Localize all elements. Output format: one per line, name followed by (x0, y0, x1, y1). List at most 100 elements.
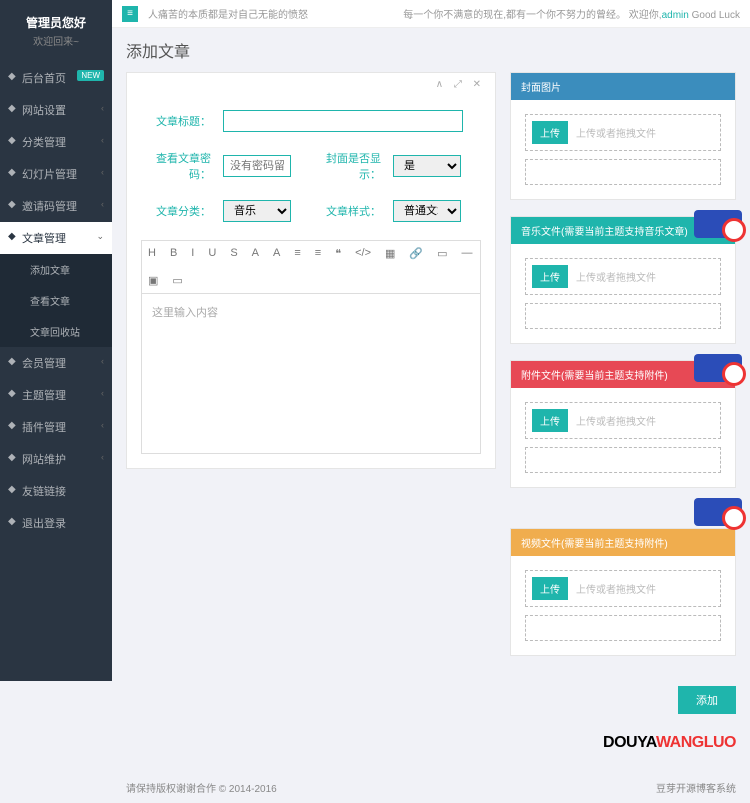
cover-upload-box[interactable]: 上传 上传或者拖拽文件 (525, 114, 721, 151)
cover-path-box[interactable] (525, 159, 721, 185)
title-input[interactable] (223, 110, 463, 132)
chevron-icon: ⌄ (96, 231, 104, 242)
menu-icon: ◆ (8, 516, 16, 527)
cover-panel: 封面图片 上传 上传或者拖拽文件 (510, 72, 736, 200)
submit-button[interactable]: 添加 (678, 686, 736, 714)
video-upload-hint: 上传或者拖拽文件 (576, 581, 656, 596)
category-label: 文章分类： (141, 203, 211, 219)
admin-greeting: 管理员您好 (0, 14, 112, 31)
toolbar-button[interactable]: ▭ (172, 274, 182, 287)
content: ∧ ⤢ ✕ 文章标题： 查看文章密码： 封面是否显示： 是 (112, 72, 750, 686)
sidebar-item[interactable]: 查看文章 (0, 285, 112, 316)
toolbar-button[interactable]: A (273, 247, 280, 260)
sidebar-item[interactable]: ◆分类管理‹ (0, 126, 112, 158)
page-title: 添加文章 (112, 28, 750, 72)
toolbar-button[interactable]: I (191, 247, 194, 260)
menu-icon: ◆ (8, 199, 16, 210)
chevron-icon: ‹ (101, 420, 104, 430)
menu-icon: ◆ (8, 71, 16, 82)
footer: 请保持版权谢谢合作 © 2014-2016 豆芽开源博客系统 (112, 772, 750, 803)
attach-upload-box[interactable]: 上传 上传或者拖拽文件 (525, 402, 721, 439)
chevron-icon: ‹ (101, 356, 104, 366)
cover-upload-button[interactable]: 上传 (532, 121, 568, 144)
toolbar-button[interactable]: ≡ (294, 247, 300, 260)
cover-panel-title: 封面图片 (511, 73, 735, 100)
sidebar: 管理员您好 欢迎回来~ ◆后台首页NEW◆网站设置‹◆分类管理‹◆幻灯片管理‹◆… (0, 0, 112, 681)
sidebar-item[interactable]: 文章回收站 (0, 316, 112, 347)
toolbar-button[interactable]: ▭ (437, 247, 447, 260)
style-label: 文章样式： (311, 203, 381, 219)
music-upload-box[interactable]: 上传 上传或者拖拽文件 (525, 258, 721, 295)
toolbar-button[interactable]: — (462, 247, 473, 260)
chevron-icon: ‹ (101, 167, 104, 177)
menu-icon: ◆ (8, 420, 16, 431)
main: ≡ 人痛苦的本质都是对自己无能的愤怒 每一个你不满意的现在,都有一个你不努力的曾… (112, 0, 750, 772)
toolbar-button[interactable]: A (252, 247, 259, 260)
toolbar-button[interactable]: </> (355, 247, 371, 260)
menu-icon: ◆ (8, 452, 16, 463)
chevron-icon: ‹ (101, 388, 104, 398)
attach-path-box[interactable] (525, 447, 721, 473)
toolbar-button[interactable]: U (208, 247, 216, 260)
sidebar-item[interactable]: ◆会员管理‹ (0, 347, 112, 379)
toolbar-button[interactable]: 🔗 (409, 247, 423, 260)
style-select[interactable]: 普通文章 (393, 200, 461, 222)
music-upload-button[interactable]: 上传 (532, 265, 568, 288)
toolbar-button[interactable]: S (230, 247, 237, 260)
admin-welcome: 欢迎回来~ (0, 33, 112, 48)
toolbar-button[interactable]: ≡ (315, 247, 321, 260)
user-link[interactable]: admin (662, 10, 689, 21)
attach-upload-hint: 上传或者拖拽文件 (576, 413, 656, 428)
cover-upload-hint: 上传或者拖拽文件 (576, 125, 656, 140)
sidebar-item[interactable]: ◆邀请码管理‹ (0, 190, 112, 222)
chevron-icon: ‹ (101, 135, 104, 145)
menu-toggle-button[interactable]: ≡ (122, 6, 138, 22)
sidebar-item[interactable]: ◆主题管理‹ (0, 379, 112, 411)
toolbar-button[interactable]: B (170, 247, 177, 260)
menu-icon: ◆ (8, 484, 16, 495)
form-panel: ∧ ⤢ ✕ 文章标题： 查看文章密码： 封面是否显示： 是 (126, 72, 496, 469)
cover-show-select[interactable]: 是 (393, 155, 461, 177)
video-path-box[interactable] (525, 615, 721, 641)
title-label: 文章标题： (141, 113, 211, 129)
attach-upload-button[interactable]: 上传 (532, 409, 568, 432)
sidebar-item[interactable]: ◆网站设置‹ (0, 94, 112, 126)
sidebar-item[interactable]: ◆网站维护‹ (0, 443, 112, 475)
sidebar-item[interactable]: ◆文章管理⌄ (0, 222, 112, 254)
editor-textarea[interactable]: 这里输入内容 (141, 294, 481, 454)
password-input[interactable] (223, 155, 291, 177)
footer-right: 豆芽开源博客系统 (656, 780, 736, 795)
sidebar-item[interactable]: ◆后台首页NEW (0, 62, 112, 94)
chevron-icon: ‹ (101, 199, 104, 209)
sidebar-item[interactable]: ◆幻灯片管理‹ (0, 158, 112, 190)
menu-icon: ◆ (8, 167, 16, 178)
sidebar-header: 管理员您好 欢迎回来~ (0, 0, 112, 62)
topbar-quote: 人痛苦的本质都是对自己无能的愤怒 (148, 6, 308, 21)
sidebar-item[interactable]: ◆插件管理‹ (0, 411, 112, 443)
video-panel: 视频文件(需要当前主题支持附件) 上传 上传或者拖拽文件 (510, 528, 736, 656)
sidebar-item[interactable]: ◆友链链接 (0, 475, 112, 507)
chevron-icon: ‹ (101, 452, 104, 462)
topbar: ≡ 人痛苦的本质都是对自己无能的愤怒 每一个你不满意的现在,都有一个你不努力的曾… (112, 0, 750, 28)
menu-icon: ◆ (8, 135, 16, 146)
video-upload-button[interactable]: 上传 (532, 577, 568, 600)
chevron-icon: ‹ (101, 103, 104, 113)
editor-toolbar: H B I U S A A ≡ ≡ ❝ </> ▦ 🔗 ▭ — ▣ ▭ (141, 240, 481, 294)
toolbar-button[interactable]: ❝ (335, 247, 341, 260)
cover-show-label: 封面是否显示： (311, 150, 381, 182)
password-label: 查看文章密码： (141, 150, 211, 182)
sidebar-item[interactable]: ◆退出登录 (0, 507, 112, 539)
toolbar-button[interactable]: ▣ (148, 274, 158, 287)
left-column: ∧ ⤢ ✕ 文章标题： 查看文章密码： 封面是否显示： 是 (126, 72, 496, 672)
footer-left: 请保持版权谢谢合作 © 2014-2016 (126, 780, 277, 795)
panel-controls[interactable]: ∧ ⤢ ✕ (127, 73, 495, 96)
sidebar-item[interactable]: 添加文章 (0, 254, 112, 285)
brand-logo: DOUYAWANGLUO (112, 734, 750, 772)
toolbar-button[interactable]: H (148, 247, 156, 260)
music-upload-hint: 上传或者拖拽文件 (576, 269, 656, 284)
menu-icon: ◆ (8, 388, 16, 399)
video-upload-box[interactable]: 上传 上传或者拖拽文件 (525, 570, 721, 607)
toolbar-button[interactable]: ▦ (385, 247, 395, 260)
music-path-box[interactable] (525, 303, 721, 329)
category-select[interactable]: 音乐 (223, 200, 291, 222)
